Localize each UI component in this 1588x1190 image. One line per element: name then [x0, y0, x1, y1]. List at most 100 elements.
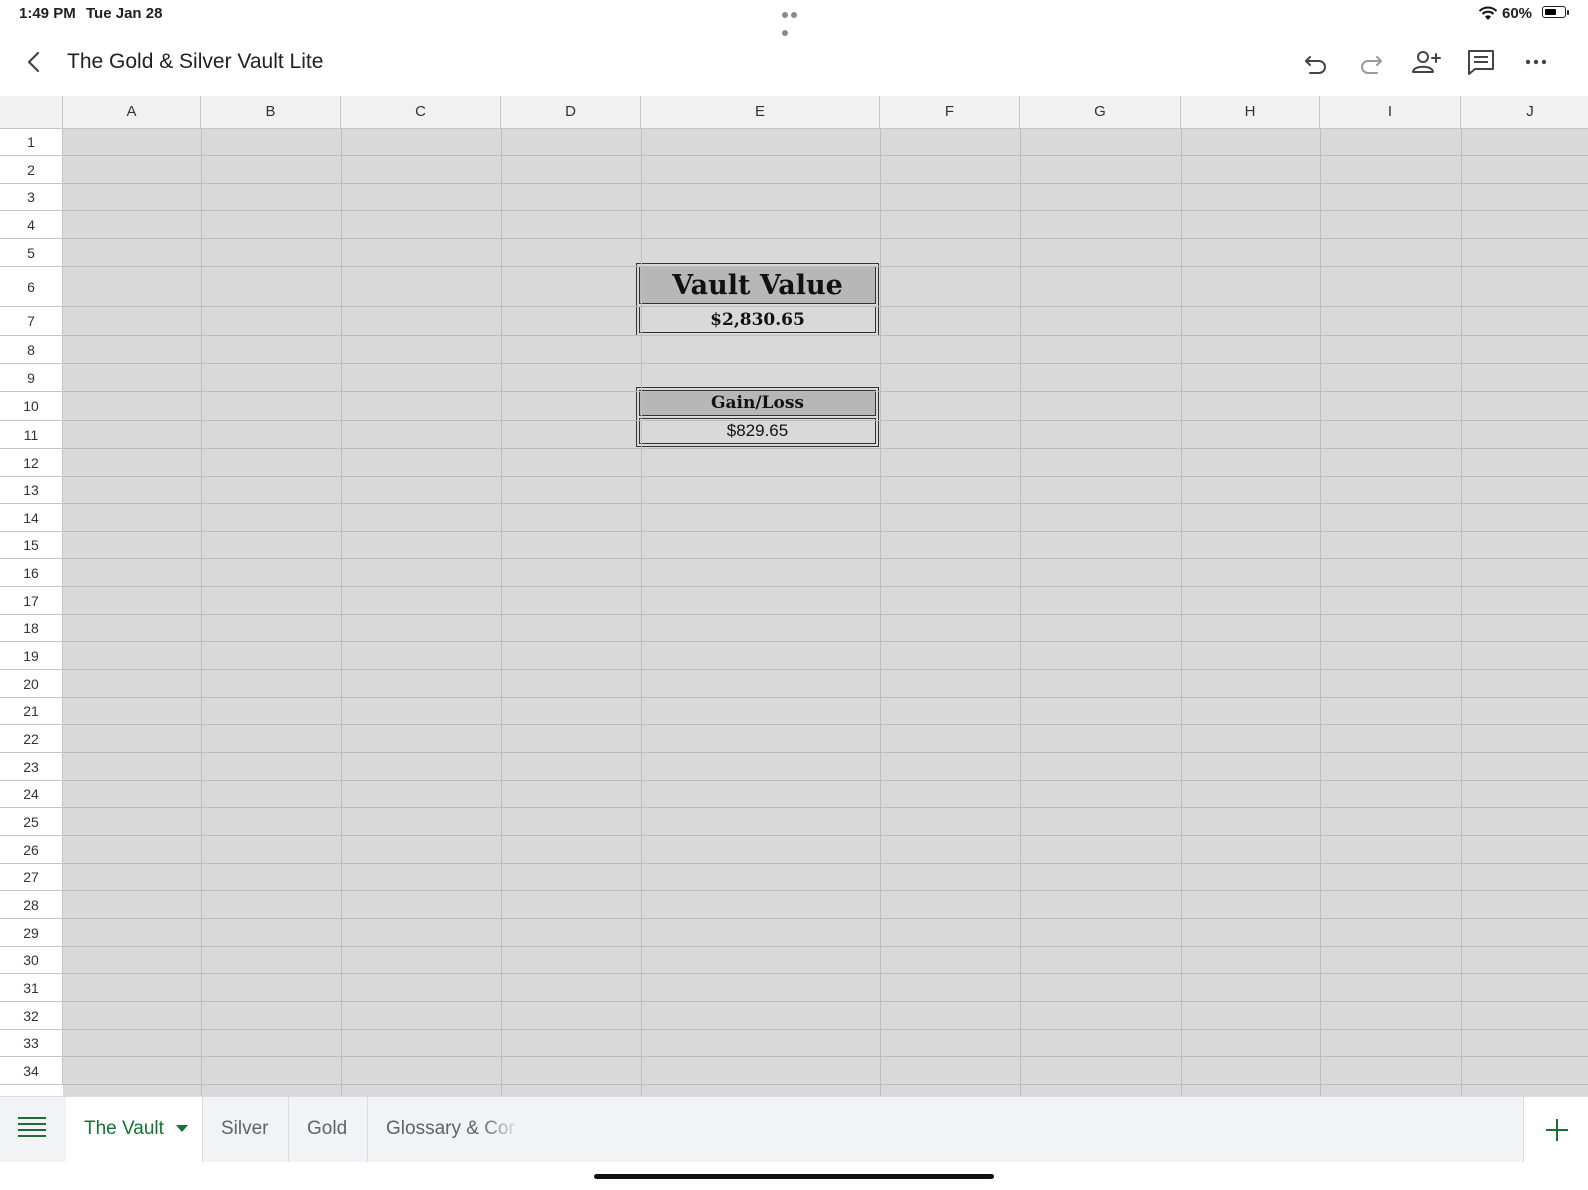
add-person-icon[interactable] [1410, 46, 1442, 78]
row-header-5[interactable]: 5 [0, 239, 63, 267]
row-header-24[interactable]: 24 [0, 781, 63, 808]
status-bar: 1:49 PM Tue Jan 28 60% [0, 0, 1588, 36]
vault-value-title[interactable]: Vault Value [639, 266, 876, 304]
sheet-tab-the-vault[interactable]: The Vault [66, 1097, 203, 1162]
home-indicator[interactable] [594, 1174, 994, 1179]
more-icon[interactable] [1520, 46, 1552, 78]
row-gridline [63, 1029, 1588, 1030]
row-header-12[interactable]: 12 [0, 449, 63, 477]
redo-icon[interactable] [1355, 46, 1387, 78]
title-bar: The Gold & Silver Vault Lite [0, 28, 1588, 96]
multitasking-dots-icon[interactable] [782, 5, 808, 36]
row-header-29[interactable]: 29 [0, 919, 63, 947]
battery-fill [1544, 8, 1556, 15]
row-header-1[interactable]: 1 [0, 129, 63, 156]
column-header-f[interactable]: F [880, 96, 1020, 129]
comment-icon[interactable] [1465, 46, 1497, 78]
column-header-e[interactable]: E [641, 96, 880, 129]
dropdown-caret-icon[interactable] [175, 1125, 188, 1133]
column-header-h[interactable]: H [1181, 96, 1320, 129]
row-header-4[interactable]: 4 [0, 211, 63, 239]
row-header-20[interactable]: 20 [0, 670, 63, 698]
gain-loss-title[interactable]: Gain/Loss [639, 390, 876, 416]
row-header-8[interactable]: 8 [0, 336, 63, 364]
row-gridline [63, 1056, 1588, 1057]
row-gridline [63, 363, 1588, 364]
row-header-25[interactable]: 25 [0, 808, 63, 836]
row-header-19[interactable]: 19 [0, 642, 63, 670]
column-header-b[interactable]: B [201, 96, 341, 129]
column-gridline [1020, 129, 1021, 1096]
sheet-tab-gold[interactable]: Gold [289, 1097, 368, 1162]
row-header-34[interactable]: 34 [0, 1057, 63, 1085]
column-gridline [641, 129, 642, 1096]
column-gridline [1320, 129, 1321, 1096]
row-header-3[interactable]: 3 [0, 184, 63, 211]
column-header-c[interactable]: C [341, 96, 501, 129]
row-gridline [63, 335, 1588, 336]
battery-tip [1567, 10, 1569, 15]
row-gridline [63, 752, 1588, 753]
row-header-30[interactable]: 30 [0, 947, 63, 974]
row-gridline [63, 586, 1588, 587]
row-gridline [63, 210, 1588, 211]
row-gridline [63, 503, 1588, 504]
row-header-22[interactable]: 22 [0, 725, 63, 753]
row-gridline [63, 266, 1588, 267]
column-header-j[interactable]: J [1461, 96, 1588, 129]
vault-value-amount[interactable]: $2,830.65 [639, 306, 876, 333]
column-header-d[interactable]: D [501, 96, 641, 129]
row-header-7[interactable]: 7 [0, 307, 63, 336]
row-gridline [63, 1084, 1588, 1085]
row-header-15[interactable]: 15 [0, 532, 63, 559]
column-gridline [1181, 129, 1182, 1096]
row-header-6[interactable]: 6 [0, 267, 63, 307]
column-header-a[interactable]: A [63, 96, 201, 129]
row-header-9[interactable]: 9 [0, 364, 63, 392]
back-arrow-icon[interactable] [22, 48, 46, 76]
row-header-17[interactable]: 17 [0, 587, 63, 615]
undo-icon[interactable] [1300, 46, 1332, 78]
row-header-33[interactable]: 33 [0, 1030, 63, 1057]
row-header-31[interactable]: 31 [0, 974, 63, 1002]
sheet-tab-silver[interactable]: Silver [203, 1097, 289, 1162]
row-gridline [63, 918, 1588, 919]
row-header-2[interactable]: 2 [0, 156, 63, 184]
column-header-g[interactable]: G [1020, 96, 1181, 129]
row-header-13[interactable]: 13 [0, 477, 63, 504]
add-sheet-icon[interactable] [1523, 1097, 1588, 1162]
battery-percent: 60% [1502, 5, 1533, 22]
sheet-tab-label: Gold [307, 1118, 348, 1139]
row-gridline [63, 724, 1588, 725]
column-gridline [201, 129, 202, 1096]
wifi-icon [1478, 6, 1498, 20]
row-header-21[interactable]: 21 [0, 698, 63, 725]
row-header-11[interactable]: 11 [0, 421, 63, 449]
document-title: The Gold & Silver Vault Lite [67, 50, 324, 73]
row-gridline [63, 558, 1588, 559]
row-gridline [63, 641, 1588, 642]
row-header-27[interactable]: 27 [0, 864, 63, 891]
row-gridline [63, 391, 1588, 392]
row-header-23[interactable]: 23 [0, 753, 63, 781]
row-header-18[interactable]: 18 [0, 615, 63, 642]
row-header-16[interactable]: 16 [0, 559, 63, 587]
row-gridline [63, 807, 1588, 808]
row-header-28[interactable]: 28 [0, 891, 63, 919]
row-header-14[interactable]: 14 [0, 504, 63, 532]
status-time: 1:49 PM [19, 5, 76, 22]
column-gridline [880, 129, 881, 1096]
cell-area[interactable]: Vault Value $2,830.65 Gain/Loss $829.65 [63, 129, 1588, 1096]
sheet-tab-label: The Vault [84, 1118, 164, 1139]
spreadsheet-grid[interactable]: ABCDEFGHIJ 1 2 3 4 5 6 7 8 9 10 11 12 13 14 15 16 17 18 19… [0, 96, 1588, 1096]
column-gridline [1461, 129, 1462, 1096]
row-header-26[interactable]: 26 [0, 836, 63, 864]
select-all-corner[interactable] [0, 96, 63, 129]
all-sheets-menu-icon[interactable] [18, 1117, 46, 1141]
row-header-10[interactable]: 10 [0, 392, 63, 421]
column-gridline [341, 129, 342, 1096]
row-header-32[interactable]: 32 [0, 1002, 63, 1030]
row-gridline [63, 476, 1588, 477]
column-header-i[interactable]: I [1320, 96, 1461, 129]
gain-loss-amount[interactable]: $829.65 [639, 418, 876, 444]
